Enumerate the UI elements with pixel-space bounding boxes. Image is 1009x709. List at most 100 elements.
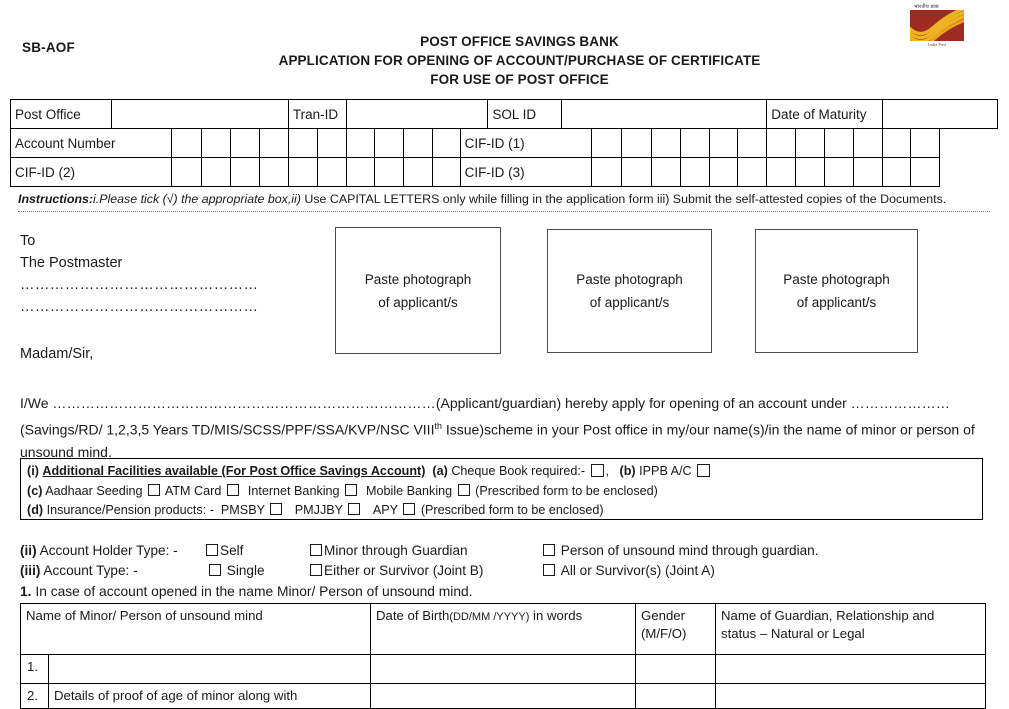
cif-id-3-box[interactable] [737,157,768,187]
account-type-either-checkbox[interactable] [310,564,322,576]
cif-id-3-box[interactable] [679,157,710,187]
address-line-2[interactable]: ………………………………………… [20,296,258,318]
cif-id-2-box[interactable] [287,157,318,187]
cif-id-3-box[interactable] [823,157,854,187]
pmsby-checkbox[interactable] [270,503,283,515]
cif-id-3-box[interactable] [910,157,941,187]
internet-banking-text: Internet Banking [247,483,340,498]
body-superscript: th [434,420,442,431]
cif-id-2-box[interactable] [374,157,405,187]
minor-row-1-name[interactable] [47,654,372,684]
account-number-box[interactable] [230,128,260,158]
post-office-value-cell[interactable] [111,99,289,129]
holder-type-self-checkbox[interactable] [206,544,218,556]
cif-id-2-box[interactable] [230,157,260,187]
sol-id-value-cell[interactable] [561,99,768,129]
minor-row-1-gender[interactable] [635,654,717,684]
body-blank-1[interactable]: ……………………………………………………………………… [52,395,435,411]
pmjjby-checkbox[interactable] [348,503,361,515]
cif-id-1-box[interactable] [766,128,797,158]
account-number-box[interactable] [201,128,232,158]
gender-line-1: Gender [641,608,686,623]
cif-id-1-box[interactable] [823,128,854,158]
cif-id-1-box[interactable] [591,128,623,158]
holder-type-minor-label: Minor through Guardian [324,543,468,558]
cif-id-1-box[interactable] [910,128,941,158]
cif-id-1-box[interactable] [621,128,652,158]
minor-row-1-guardian[interactable] [715,654,987,684]
atm-card-text: ATM Card [164,483,222,498]
cif-id-3-box[interactable] [795,157,825,187]
minor-row-2-dob[interactable] [370,683,637,709]
cif-id-3-box[interactable] [881,157,912,187]
body-scheme-text: (Savings/RD/ 1,2,3,5 Years TD/MIS/SCSS/P… [20,421,435,438]
account-number-box[interactable] [171,128,203,158]
minor-row-1-dob[interactable] [370,654,637,684]
cif-id-2-box[interactable] [345,157,376,187]
dob-tail-text: in words [529,608,583,623]
account-type-either-label: Either or Survivor (Joint B) [324,563,484,578]
account-number-box[interactable] [374,128,405,158]
account-type-all-checkbox[interactable] [543,564,555,576]
account-number-box[interactable] [431,128,461,158]
cif-id-3-box[interactable] [852,157,883,187]
cif-id-1-box[interactable] [651,128,681,158]
photo-box-3[interactable]: Paste photograph of applicant/s [755,229,918,353]
cif-id-2-box[interactable] [316,157,347,187]
cif-id-3-box[interactable] [621,157,652,187]
internet-banking-checkbox[interactable] [345,483,358,496]
facilities-b-label: (b) [619,464,636,478]
date-of-maturity-value-cell[interactable] [881,99,999,129]
table-row: 2. Details of proof of age of minor alon… [20,683,987,709]
holder-type-roman: (ii) [20,543,37,558]
cif-id-1-box[interactable] [737,128,768,158]
facilities-line-d: (d) Insurance/Pension products: - PMSBY … [27,501,982,521]
instructions-italic: i.Please tick (√) the appropriate box,ii… [93,192,301,206]
minor-row-1-number: 1. [20,654,49,684]
cif-id-3-box[interactable] [766,157,797,187]
facilities-roman: (i) [27,464,39,478]
account-type-single-checkbox[interactable] [209,564,221,576]
tran-id-value-cell[interactable] [345,99,489,129]
mobile-banking-text: Mobile Banking [366,483,453,498]
cif-id-2-box[interactable] [431,157,461,187]
account-number-box[interactable] [316,128,347,158]
atm-card-checkbox[interactable] [226,483,239,496]
cif-id-1-box[interactable] [708,128,739,158]
cif-id-1-box[interactable] [852,128,883,158]
photo-box-1[interactable]: Paste photograph of applicant/s [335,227,501,354]
address-line-1[interactable]: ………………………………………… [20,274,258,296]
mobile-banking-checkbox[interactable] [457,483,470,496]
minor-row-2-guardian[interactable] [715,683,987,709]
holder-type-minor-checkbox[interactable] [310,544,322,556]
minor-row-2-gender[interactable] [635,683,717,709]
cif-id-2-box[interactable] [171,157,203,187]
cif-id-1-box[interactable] [881,128,912,158]
account-number-box[interactable] [345,128,376,158]
account-number-box[interactable] [403,128,433,158]
dotted-divider [18,211,990,214]
facilities-line-c: (c) Aadhaar Seeding ATM Card Internet Ba… [27,482,982,502]
account-type-roman: (iii) [20,563,41,578]
pmsby-text: PMSBY [220,503,265,517]
holder-type-unsound-checkbox[interactable] [543,544,555,556]
photo-box-2[interactable]: Paste photograph of applicant/s [547,229,712,353]
cif-id-2-box[interactable] [403,157,433,187]
apy-checkbox[interactable] [403,503,416,515]
cif-id-2-box[interactable] [201,157,232,187]
cheque-book-checkbox[interactable] [590,464,604,477]
cif-id-3-box[interactable] [708,157,739,187]
cif-id-3-box[interactable] [651,157,681,187]
page-title: POST OFFICE SAVINGS BANK APPLICATION FOR… [0,32,1009,89]
cif-id-1-box[interactable] [795,128,825,158]
minor-col-dob-header: Date of Birth(DD/MM /YYYY) in words [370,603,637,655]
minor-row-2-name[interactable]: Details of proof of age of minor along w… [47,683,372,709]
cif-id-2-box[interactable] [258,157,289,187]
body-blank-2[interactable]: ………………… [851,395,950,411]
cif-id-3-box[interactable] [591,157,623,187]
cif-id-1-box[interactable] [679,128,710,158]
ippb-ac-checkbox[interactable] [697,464,711,477]
aadhaar-seeding-checkbox[interactable] [148,483,161,496]
account-number-box[interactable] [258,128,289,158]
account-number-box[interactable] [287,128,318,158]
